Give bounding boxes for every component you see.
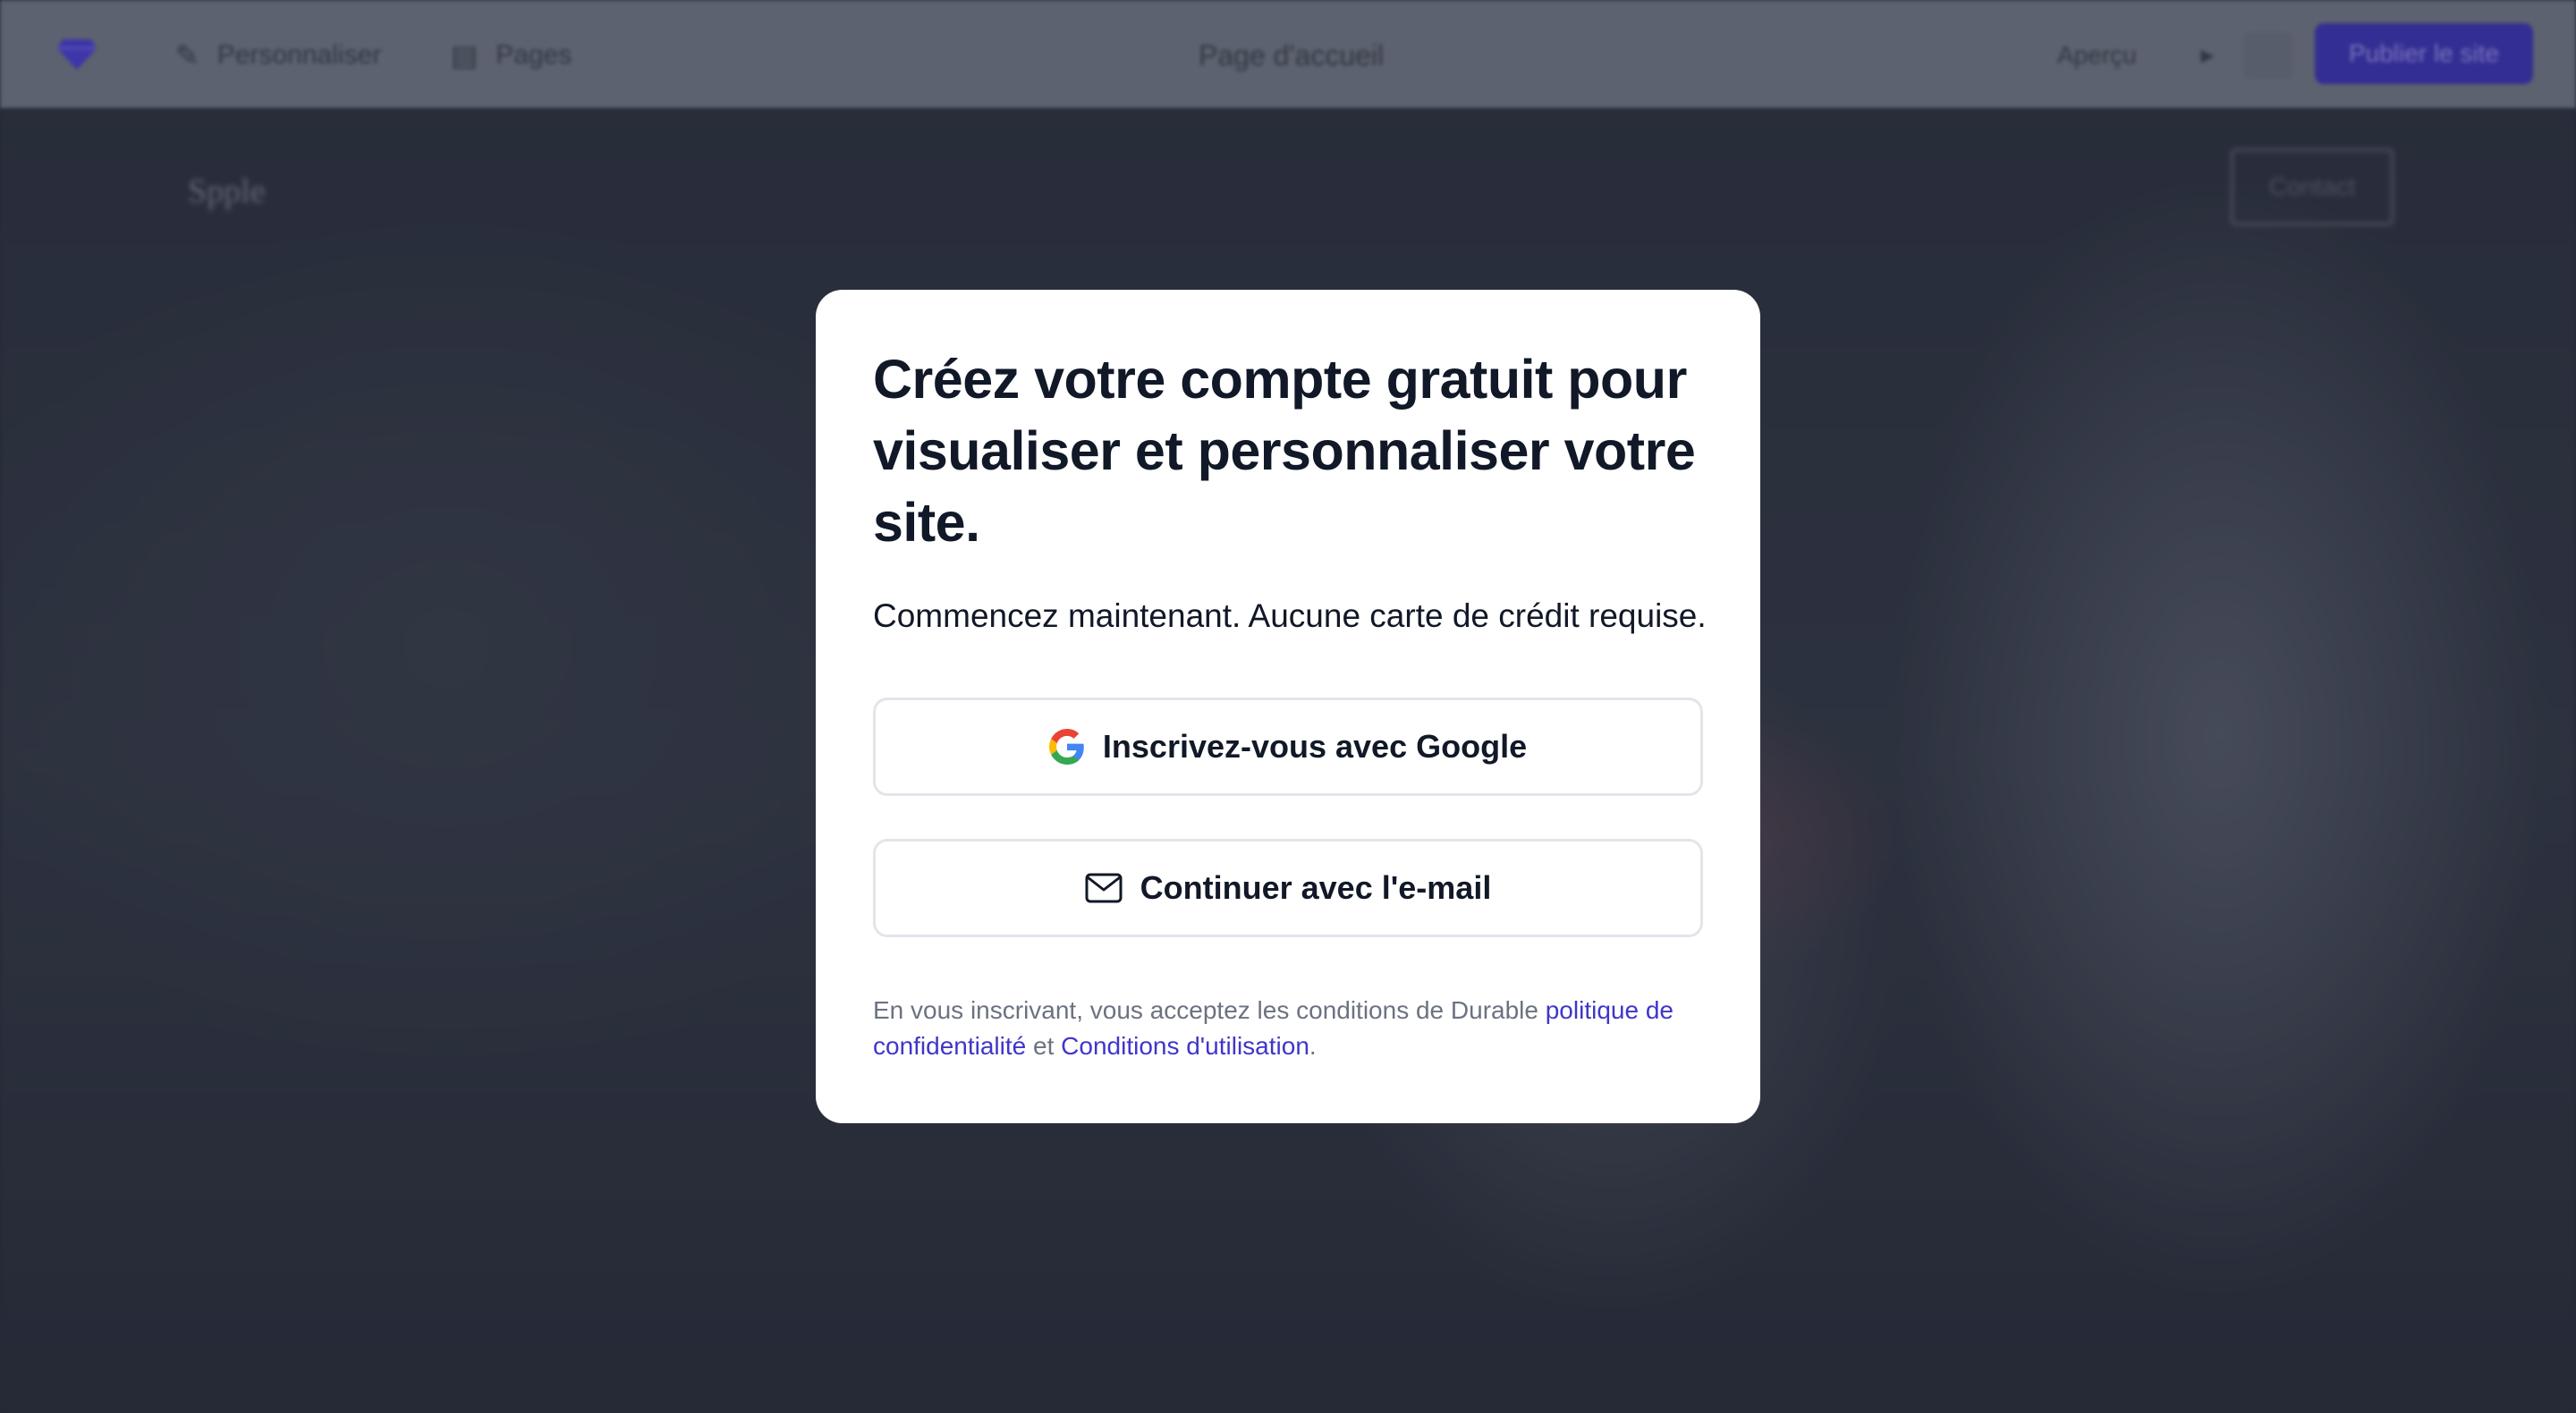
email-continue-label: Continuer avec l'e-mail <box>1140 869 1492 906</box>
legal-connector: et <box>1026 1032 1062 1060</box>
legal-notice: En vous inscrivant, vous acceptez les co… <box>873 993 1703 1064</box>
terms-link[interactable]: Conditions d'utilisation <box>1061 1032 1309 1060</box>
google-signup-label: Inscrivez-vous avec Google <box>1102 728 1528 765</box>
google-icon <box>1048 729 1085 765</box>
modal-subtitle: Commencez maintenant. Aucune carte de cr… <box>873 597 1707 634</box>
modal-title: Créez votre compte gratuit pour visualis… <box>873 349 1696 553</box>
email-continue-button[interactable]: Continuer avec l'e-mail <box>873 839 1703 937</box>
signup-modal: Créez votre compte gratuit pour visualis… <box>816 290 1760 1123</box>
legal-prefix: En vous inscrivant, vous acceptez les co… <box>873 996 1546 1024</box>
mail-icon <box>1085 873 1123 903</box>
google-signup-button[interactable]: Inscrivez-vous avec Google <box>873 698 1703 796</box>
legal-suffix: . <box>1309 1032 1317 1060</box>
